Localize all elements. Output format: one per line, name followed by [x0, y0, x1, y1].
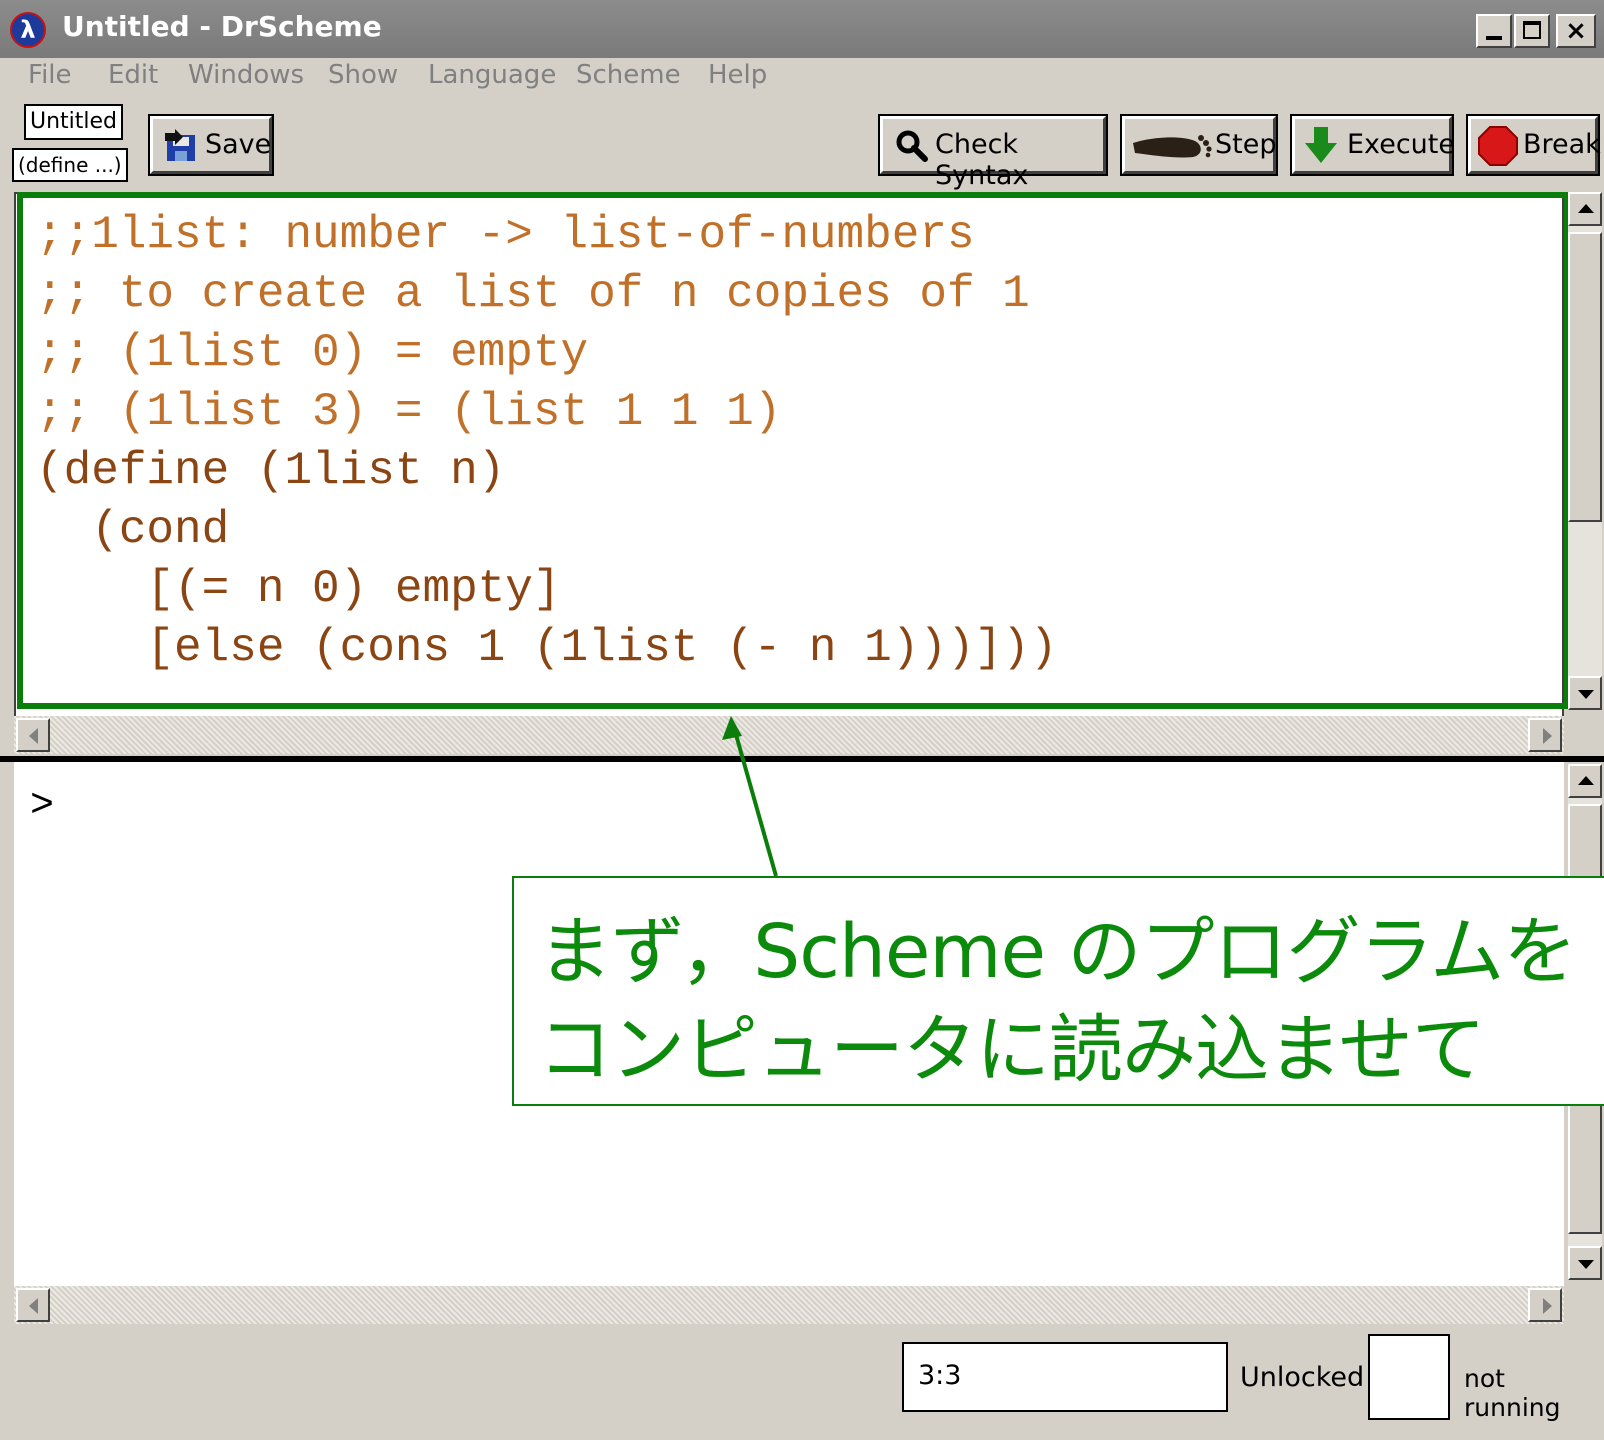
annotation-line-1: まず，Scheme のプログラムを [538, 909, 1577, 995]
drscheme-window: λ Untitled - DrScheme × File Edit Window… [0, 0, 1604, 1440]
annotation-arrow [722, 716, 778, 877]
annotation-callout: まず，Scheme のプログラムを コンピュータに読み込ませて [512, 876, 1604, 1106]
annotation-line-2: コンピュータに読み込ませて [538, 1007, 1486, 1093]
